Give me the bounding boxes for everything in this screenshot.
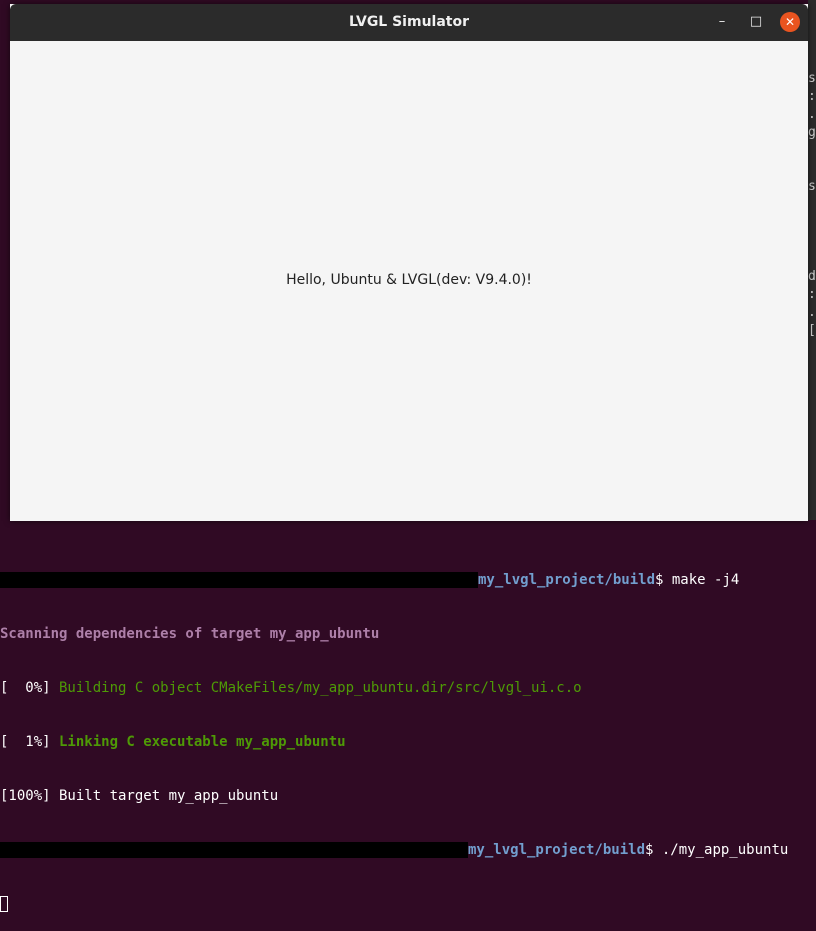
window-title: LVGL Simulator: [348, 14, 469, 30]
prompt-path: my_lvgl_project/build: [478, 572, 656, 588]
bg-glyph: s: [808, 71, 816, 86]
bg-glyph: :: [808, 287, 816, 302]
window-titlebar[interactable]: LVGL Simulator – □ ✕: [10, 4, 808, 41]
link-text: Linking C executable my_app_ubuntu: [50, 734, 346, 750]
terminal-cursor-line: [0, 895, 816, 913]
terminal-output[interactable]: my_lvgl_project/build$ make -j4 Scanning…: [0, 535, 816, 931]
bg-glyph: .: [808, 305, 816, 320]
terminal-cursor[interactable]: [0, 896, 8, 912]
bg-glyph: d: [808, 269, 816, 284]
prompt-command: $ ./my_app_ubuntu: [645, 842, 789, 858]
bg-glyph: :: [808, 89, 816, 104]
prompt-path: my_lvgl_project/build: [468, 842, 646, 858]
terminal-line: [100%] Built target my_app_ubuntu: [0, 787, 816, 805]
bg-glyph: s: [808, 179, 816, 194]
minimize-button[interactable]: –: [712, 12, 732, 32]
close-button[interactable]: ✕: [780, 12, 800, 32]
terminal-line: [ 0%] Building C object CMakeFiles/my_ap…: [0, 679, 816, 697]
hello-label: Hello, Ubuntu & LVGL(dev: V9.4.0)!: [286, 272, 532, 288]
bg-glyph: g: [808, 125, 816, 140]
lvgl-display-canvas[interactable]: Hello, Ubuntu & LVGL(dev: V9.4.0)!: [10, 41, 808, 521]
build-text: Building C object CMakeFiles/my_app_ubun…: [50, 680, 582, 696]
terminal-prompt-line: my_lvgl_project/build$ make -j4: [0, 571, 816, 589]
terminal-prompt-line: my_lvgl_project/build$ ./my_app_ubuntu: [0, 841, 816, 859]
redacted-block: [0, 842, 468, 858]
bg-glyph: [: [808, 323, 816, 338]
terminal-line: Scanning dependencies of target my_app_u…: [0, 625, 816, 643]
prompt-command: $ make -j4: [655, 572, 740, 588]
built-text: [100%] Built target my_app_ubuntu: [0, 788, 279, 804]
link-percent: [ 1%]: [0, 734, 51, 750]
bg-glyph: .: [808, 107, 816, 122]
terminal-line: [ 1%] Linking C executable my_app_ubuntu: [0, 733, 816, 751]
scan-text: Scanning dependencies of target my_app_u…: [0, 626, 380, 642]
lvgl-simulator-window[interactable]: LVGL Simulator – □ ✕ Hello, Ubuntu & LVG…: [10, 4, 808, 521]
background-terminal-text: s : . g s d : . [: [808, 70, 816, 340]
build-percent: [ 0%]: [0, 680, 51, 696]
redacted-block: [0, 572, 478, 588]
maximize-button[interactable]: □: [746, 12, 766, 32]
